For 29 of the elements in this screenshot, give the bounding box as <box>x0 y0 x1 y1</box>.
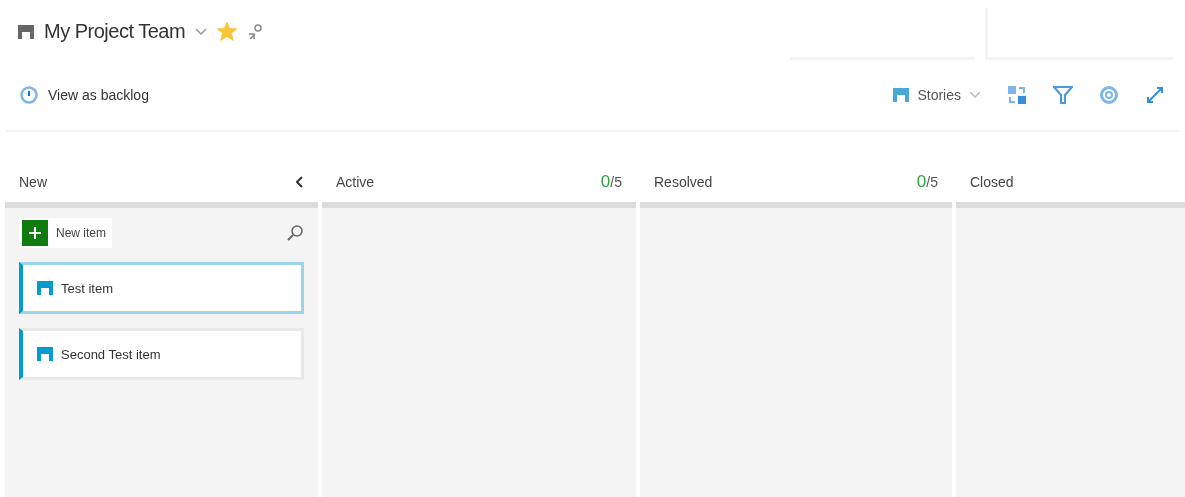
clock-icon <box>20 86 38 104</box>
board-icon <box>18 24 34 39</box>
collapse-button[interactable] <box>296 176 304 188</box>
story-icon <box>37 347 53 361</box>
column-title: New <box>19 174 47 190</box>
column-title: Closed <box>970 174 1014 190</box>
star-icon[interactable] <box>217 21 238 42</box>
new-item-button[interactable]: New item <box>19 218 112 248</box>
story-icon <box>37 281 53 295</box>
column-count: 0/5 <box>916 172 938 192</box>
board-icon <box>893 88 910 102</box>
column-title: Active <box>336 174 375 190</box>
column-title: Resolved <box>654 174 713 190</box>
plus-icon <box>28 226 42 240</box>
swap-icon[interactable] <box>1007 85 1027 105</box>
backlog-link[interactable]: View as backlog <box>20 86 149 104</box>
card-title: Test item <box>61 280 113 296</box>
backlog-level-dropdown[interactable]: Stories <box>893 87 981 103</box>
filter-icon[interactable] <box>1053 85 1073 105</box>
card-title: Second Test item <box>61 346 161 362</box>
expand-icon[interactable] <box>1145 85 1165 105</box>
chevron-down-icon <box>969 91 981 99</box>
settings-icon[interactable] <box>1099 85 1119 105</box>
work-item-card[interactable]: Test item <box>19 262 304 314</box>
column-count: 0/5 <box>600 172 622 192</box>
chevron-down-icon[interactable] <box>195 27 208 36</box>
search-icon[interactable] <box>286 224 304 242</box>
work-item-card[interactable]: Second Test item <box>19 328 304 380</box>
team-title[interactable]: My Project Team <box>44 20 186 43</box>
